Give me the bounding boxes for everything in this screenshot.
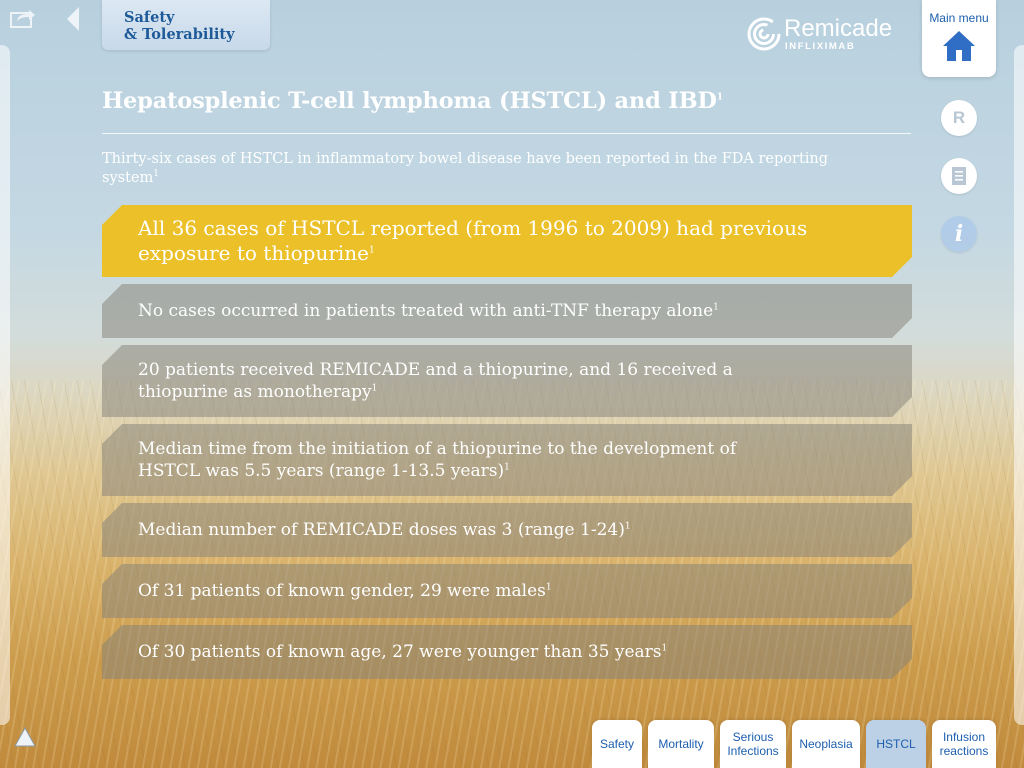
- reference-button-label: R: [952, 108, 966, 127]
- finding-banner-median-doses: Median number of REMICADE doses was 3 (r…: [102, 503, 912, 557]
- home-icon: [943, 31, 975, 61]
- right-edge-panel: [1014, 45, 1024, 725]
- tab-neoplasia[interactable]: Neoplasia: [792, 720, 860, 768]
- remicade-logo: Remicade INFLIXIMAB: [747, 15, 897, 53]
- back-arrow-icon[interactable]: [66, 6, 80, 32]
- document-icon: [952, 167, 966, 185]
- finding-banner-median-time: Median time from the initiation of a thi…: [102, 424, 912, 496]
- finding-text: Median number of REMICADE doses was 3 (r…: [138, 520, 625, 540]
- page-title: Hepatosplenic T-cell lymphoma (HSTCL) an…: [102, 88, 723, 114]
- key-finding-text: All 36 cases of HSTCL reported (from 199…: [138, 216, 808, 265]
- finding-text: 20 patients received REMICADE and a thio…: [138, 360, 733, 402]
- title-divider: [102, 133, 911, 134]
- page-subtitle: Thirty-six cases of HSTCL in inflammator…: [102, 151, 829, 186]
- tab-label: Infusion reactions: [939, 730, 989, 758]
- document-button[interactable]: [941, 158, 977, 194]
- tab-label: HSTCL: [876, 737, 916, 751]
- info-button[interactable]: i: [941, 216, 977, 252]
- share-icon[interactable]: [10, 8, 36, 28]
- remicade-logo-icon: [747, 17, 781, 51]
- section-tab-label: Safety & Tolerability: [124, 9, 235, 43]
- subtitle-reference: 1: [153, 169, 159, 180]
- tab-hstcl[interactable]: HSTCL: [866, 720, 926, 768]
- main-menu-button[interactable]: Main menu: [922, 0, 996, 77]
- finding-banner-remicade-thiopurine: 20 patients received REMICADE and a thio…: [102, 345, 912, 417]
- finding-banner-age: Of 30 patients of known age, 27 were you…: [102, 625, 912, 679]
- tab-label: Mortality: [658, 737, 704, 751]
- triangle-up-icon[interactable]: [14, 727, 36, 747]
- left-edge-panel: [0, 45, 10, 725]
- finding-text: Median time from the initiation of a thi…: [138, 439, 737, 481]
- tab-label: Neoplasia: [799, 737, 853, 751]
- finding-text: Of 31 patients of known gender, 29 were …: [138, 581, 546, 601]
- tab-mortality[interactable]: Mortality: [648, 720, 714, 768]
- tab-infusion-reactions[interactable]: Infusion reactions: [932, 720, 996, 768]
- finding-banner-gender: Of 31 patients of known gender, 29 were …: [102, 564, 912, 618]
- logo-subtitle: INFLIXIMAB: [785, 41, 856, 52]
- key-finding-banner: All 36 cases of HSTCL reported (from 199…: [102, 205, 912, 277]
- finding-text: Of 30 patients of known age, 27 were you…: [138, 642, 662, 662]
- finding-banner-no-anti-tnf: No cases occurred in patients treated wi…: [102, 284, 912, 338]
- tab-label: Serious Infections: [727, 730, 779, 758]
- reference-button[interactable]: R: [941, 100, 977, 136]
- tab-safety[interactable]: Safety: [592, 720, 642, 768]
- main-menu-label: Main menu: [929, 11, 989, 25]
- finding-text: No cases occurred in patients treated wi…: [138, 301, 714, 321]
- section-tab-safety-tolerability[interactable]: Safety & Tolerability: [102, 0, 270, 50]
- tab-serious-infections[interactable]: Serious Infections: [720, 720, 786, 768]
- tab-label: Safety: [599, 737, 635, 751]
- logo-name: Remicade: [784, 15, 893, 42]
- info-icon: i: [954, 221, 964, 247]
- title-reference: 1: [716, 92, 723, 103]
